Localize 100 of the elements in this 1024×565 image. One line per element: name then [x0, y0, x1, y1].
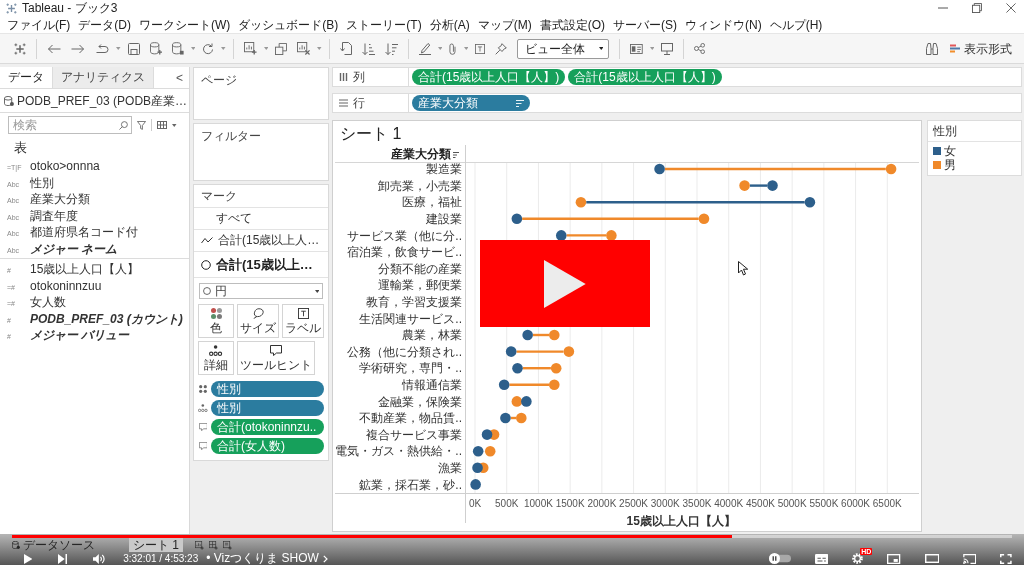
menu-item[interactable]: 分析(A) [429, 17, 470, 32]
field-name[interactable]: 都道府県名コード付 [30, 225, 138, 240]
card-icon[interactable] [630, 43, 643, 54]
list-plus-icon[interactable] [223, 540, 232, 550]
grid-view-icon[interactable] [157, 121, 167, 129]
chart-plus-icon[interactable] [243, 42, 257, 55]
grid-plus-icon[interactable] [209, 540, 218, 550]
menu-item[interactable]: ウィンドウ(N) [685, 17, 762, 32]
tick-label: 5500K [809, 498, 839, 509]
detail-button[interactable]: 詳細 [198, 341, 234, 375]
field-name[interactable]: otoko>onnna [30, 159, 100, 174]
progress-track[interactable] [12, 534, 1012, 538]
next-icon[interactable] [58, 553, 68, 564]
menu-item[interactable]: 書式設定(O) [539, 17, 605, 32]
cast-icon[interactable] [963, 553, 977, 564]
label-button[interactable]: ラベル [282, 304, 324, 338]
refresh-icon[interactable] [202, 42, 215, 55]
share-icon[interactable] [694, 43, 706, 54]
show-me-button[interactable]: 表示形式 [950, 41, 1012, 56]
color-button[interactable]: 色 [198, 304, 234, 338]
field-name[interactable]: 15歳以上人口【人】 [30, 262, 140, 277]
monitor-icon[interactable] [661, 42, 674, 55]
duplicate-icon[interactable] [275, 42, 288, 55]
play-icon[interactable] [24, 553, 33, 564]
collapse-button[interactable]: < [170, 67, 189, 88]
field-name[interactable]: 女人数 [30, 295, 66, 310]
caret-icon[interactable] [263, 47, 269, 50]
fullscreen-icon[interactable] [1000, 553, 1012, 564]
filter-icon[interactable] [137, 120, 146, 130]
menu-item[interactable]: マップ(M) [477, 17, 532, 32]
circle-mark-icon [201, 259, 211, 270]
dots-icon [210, 307, 222, 319]
sort-ascending-icon[interactable] [361, 42, 375, 55]
theater-icon[interactable] [924, 554, 939, 563]
field-pill[interactable]: 性別 [211, 381, 324, 397]
menu-item[interactable]: ファイル(F) [7, 17, 71, 32]
field-name[interactable]: メジャー ネーム [30, 241, 118, 256]
caret-icon[interactable] [437, 47, 443, 50]
size-button[interactable]: サイズ [237, 304, 279, 338]
menu-item[interactable]: ヘルプ(H) [769, 17, 823, 32]
tick-label: 500K [495, 498, 519, 509]
caret-icon[interactable] [463, 47, 469, 50]
category-label: サービス業（他に分.. [347, 228, 462, 243]
field-name[interactable]: PODB_PREF_03 (カウント) [30, 311, 183, 326]
pen-icon[interactable] [418, 42, 431, 55]
menu-item[interactable]: ダッシュボード(B) [238, 17, 339, 32]
paperclip-icon[interactable] [449, 42, 457, 55]
field-name[interactable]: 性別 [30, 175, 54, 190]
field-pill[interactable]: 産業大分類 [412, 95, 530, 111]
menu-item[interactable]: データ(D) [78, 17, 131, 32]
tooltip-button[interactable]: ツールヒント [237, 341, 315, 375]
pin-icon[interactable] [495, 42, 508, 55]
field-name[interactable]: otokoninnzuu [30, 278, 102, 293]
caret-icon[interactable] [649, 47, 655, 50]
subtitles-icon[interactable] [815, 553, 829, 564]
autoplay-toggle[interactable] [769, 553, 792, 564]
field-name[interactable]: メジャー バリュー [30, 328, 130, 343]
sort-descending-icon[interactable] [384, 42, 398, 55]
settings-icon[interactable] [852, 553, 864, 564]
menu-item[interactable]: ワークシート(W) [139, 17, 231, 32]
fit-dropdown[interactable]: ビュー全体 [517, 38, 610, 59]
menu-item[interactable]: ストーリー(T) [346, 17, 422, 32]
database-plus-icon[interactable] [149, 42, 162, 55]
save-icon[interactable] [127, 42, 140, 55]
sheet-tab[interactable]: シート 1 [129, 538, 183, 552]
data-source-name[interactable]: PODB_PREF_03 (PODB産業… [17, 93, 188, 108]
caret-icon[interactable] [116, 47, 121, 50]
caret-icon[interactable] [221, 47, 226, 50]
chart-plus-icon[interactable] [195, 540, 204, 550]
sort-icon[interactable] [452, 152, 460, 158]
sheet-tab[interactable]: データソース [8, 538, 99, 552]
volume-icon[interactable] [93, 553, 106, 564]
field-name[interactable]: 調査年度 [30, 208, 78, 223]
category-label: 農業，林業 [402, 328, 462, 343]
text-box-icon[interactable] [475, 43, 486, 54]
restore-icon[interactable] [972, 3, 982, 13]
database-icon[interactable] [171, 42, 184, 55]
binoculars-icon[interactable] [926, 42, 938, 55]
search-field[interactable]: 検索 [8, 116, 132, 134]
database-icon [12, 541, 20, 549]
chapter-button[interactable]: • Vizつくりま SHOW [206, 552, 328, 565]
pane-tab[interactable]: アナリティクス [53, 67, 154, 88]
menu-item[interactable]: サーバー(S) [613, 17, 677, 32]
close-icon[interactable] [1006, 3, 1016, 13]
caret-icon[interactable] [317, 47, 322, 50]
caret-icon[interactable] [172, 123, 177, 127]
row-header[interactable]: 産業大分類 [391, 147, 451, 161]
chart-x-icon[interactable] [297, 42, 311, 55]
play-button[interactable] [480, 240, 650, 327]
mark-type-dropdown[interactable]: 円 [199, 283, 323, 299]
field-name[interactable]: 産業大分類 [30, 192, 90, 207]
field-pill[interactable]: 性別 [211, 400, 324, 416]
return-arrow-icon[interactable] [95, 43, 109, 54]
miniplayer-icon[interactable] [887, 553, 901, 564]
category-label: 生活関連サービス.. [359, 311, 462, 326]
caret-icon[interactable] [190, 47, 196, 50]
tick-label: 4500K [745, 498, 775, 509]
app-logo-icon[interactable] [14, 42, 26, 55]
page-arrow-icon[interactable] [339, 42, 352, 55]
search-icon[interactable] [119, 120, 128, 130]
